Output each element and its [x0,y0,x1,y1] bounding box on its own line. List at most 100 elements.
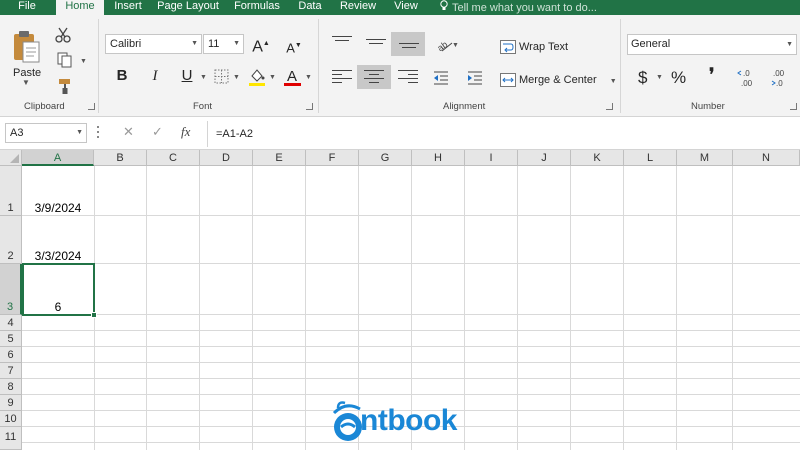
align-left-icon[interactable] [332,70,352,86]
fill-color-dropdown-icon[interactable]: ▼ [269,74,276,81]
increase-font-size-icon[interactable]: A▲ [250,33,272,55]
cancel-icon[interactable]: ✕ [123,124,134,140]
wrap-text-button[interactable]: Wrap Text [500,37,568,57]
column-header-d[interactable]: D [200,150,253,166]
formula-bar: A3 ▼ ✕ ✓ fx =A1-A2 [0,117,800,150]
tab-formulas[interactable]: Formulas [232,0,282,15]
tab-insert[interactable]: Insert [110,0,146,15]
alignment-group-label: Alignment [443,101,486,112]
increase-indent-icon[interactable] [466,69,484,87]
paste-dropdown-icon[interactable]: ▼ [22,78,30,87]
formula-input[interactable]: =A1-A2 [207,121,800,147]
fill-handle[interactable] [91,312,97,318]
merge-center-button[interactable]: Merge & Center ▼ [500,70,617,90]
gridline [199,166,200,450]
chevron-down-icon[interactable]: ▼ [610,78,617,85]
name-box[interactable]: A3 ▼ [5,123,87,143]
underline-dropdown-icon[interactable]: ▼ [200,74,207,81]
decrease-font-size-icon[interactable]: A▼ [283,35,305,57]
column-header-m[interactable]: M [677,150,733,166]
font-size-combo[interactable]: 11 ▼ [203,34,244,54]
row-header-11[interactable]: 11 [0,427,22,450]
tab-file[interactable]: File [10,0,44,15]
column-header-l[interactable]: L [624,150,677,166]
number-format-combo[interactable]: General ▼ [627,34,797,55]
column-header-a[interactable]: A [22,150,94,166]
column-header-j[interactable]: J [518,150,571,166]
row-header-6[interactable]: 6 [0,347,22,363]
row-header-10[interactable]: 10 [0,411,22,427]
tab-page-layout[interactable]: Page Layout [155,0,221,15]
underline-button[interactable]: U [176,65,198,87]
tab-home[interactable]: Home [56,0,104,16]
gridline [22,215,800,216]
bottom-align-icon[interactable] [399,43,419,59]
clipboard-launcher-icon[interactable] [88,103,95,110]
top-align-icon[interactable] [332,36,352,52]
paste-button[interactable] [12,29,42,65]
align-right-icon[interactable] [398,70,418,86]
gridline [22,378,800,379]
tab-review[interactable]: Review [337,0,379,15]
name-box-value: A3 [10,127,24,139]
row-header-7[interactable]: 7 [0,363,22,379]
font-name-combo[interactable]: Calibri ▼ [105,34,202,54]
chevron-down-icon[interactable]: ▼ [76,124,83,142]
row-header-2[interactable]: 2 [0,216,22,264]
column-header-f[interactable]: F [306,150,359,166]
formula-bar-grip[interactable] [97,126,100,140]
enter-icon[interactable]: ✓ [152,124,163,140]
percent-style-button[interactable]: % [671,68,686,88]
column-header-k[interactable]: K [571,150,624,166]
decrease-decimal-icon[interactable]: .00.0 [769,67,791,89]
borders-icon[interactable] [213,68,231,86]
middle-align-icon[interactable] [366,39,386,55]
number-launcher-icon[interactable] [790,103,797,110]
copy-dropdown-icon[interactable]: ▼ [80,58,87,65]
insert-function-button[interactable]: fx [181,124,190,140]
currency-format-button[interactable]: $ [638,68,647,88]
column-header-h[interactable]: H [412,150,465,166]
font-launcher-icon[interactable] [306,103,313,110]
borders-dropdown-icon[interactable]: ▼ [233,74,240,81]
column-header-n[interactable]: N [733,150,800,166]
decrease-indent-icon[interactable] [432,69,450,87]
format-painter-icon[interactable] [56,77,74,95]
merge-center-label: Merge & Center [519,74,597,86]
cell-a1[interactable]: 3/9/2024 [22,201,94,215]
comma-style-button[interactable]: ❜ [709,65,714,85]
row-header-9[interactable]: 9 [0,395,22,411]
font-color-dropdown-icon[interactable]: ▼ [305,74,312,81]
column-header-e[interactable]: E [253,150,306,166]
bold-button[interactable]: B [111,65,133,87]
column-header-g[interactable]: G [359,150,412,166]
merge-cells-icon [500,73,516,88]
alignment-launcher-icon[interactable] [606,103,613,110]
tell-me-search[interactable]: Tell me what you want to do... [440,0,597,15]
column-header-i[interactable]: I [465,150,518,166]
row-header-1[interactable]: 1 [0,166,22,216]
currency-dropdown-icon[interactable]: ▼ [656,74,663,81]
select-all-button[interactable] [0,150,22,166]
group-divider [620,19,621,113]
font-color-icon[interactable]: A [283,67,301,86]
row-header-5[interactable]: 5 [0,331,22,347]
row-header-4[interactable]: 4 [0,315,22,331]
column-header-b[interactable]: B [94,150,147,166]
fill-color-icon[interactable] [247,67,265,86]
gridline [22,314,800,315]
svg-text:.00: .00 [773,69,785,78]
row-header-8[interactable]: 8 [0,379,22,395]
orientation-dropdown-icon[interactable]: ▼ [452,42,459,49]
column-header-c[interactable]: C [147,150,200,166]
align-center-icon[interactable] [364,70,384,86]
tab-view[interactable]: View [391,0,421,15]
increase-decimal-icon[interactable]: .0.00 [737,67,759,89]
tab-data[interactable]: Data [294,0,326,15]
italic-button[interactable]: I [144,65,166,87]
copy-icon[interactable] [56,51,74,69]
gridline [22,346,800,347]
row-header-3[interactable]: 3 [0,264,22,315]
cut-icon[interactable] [54,26,72,44]
cell-a2[interactable]: 3/3/2024 [22,249,94,263]
